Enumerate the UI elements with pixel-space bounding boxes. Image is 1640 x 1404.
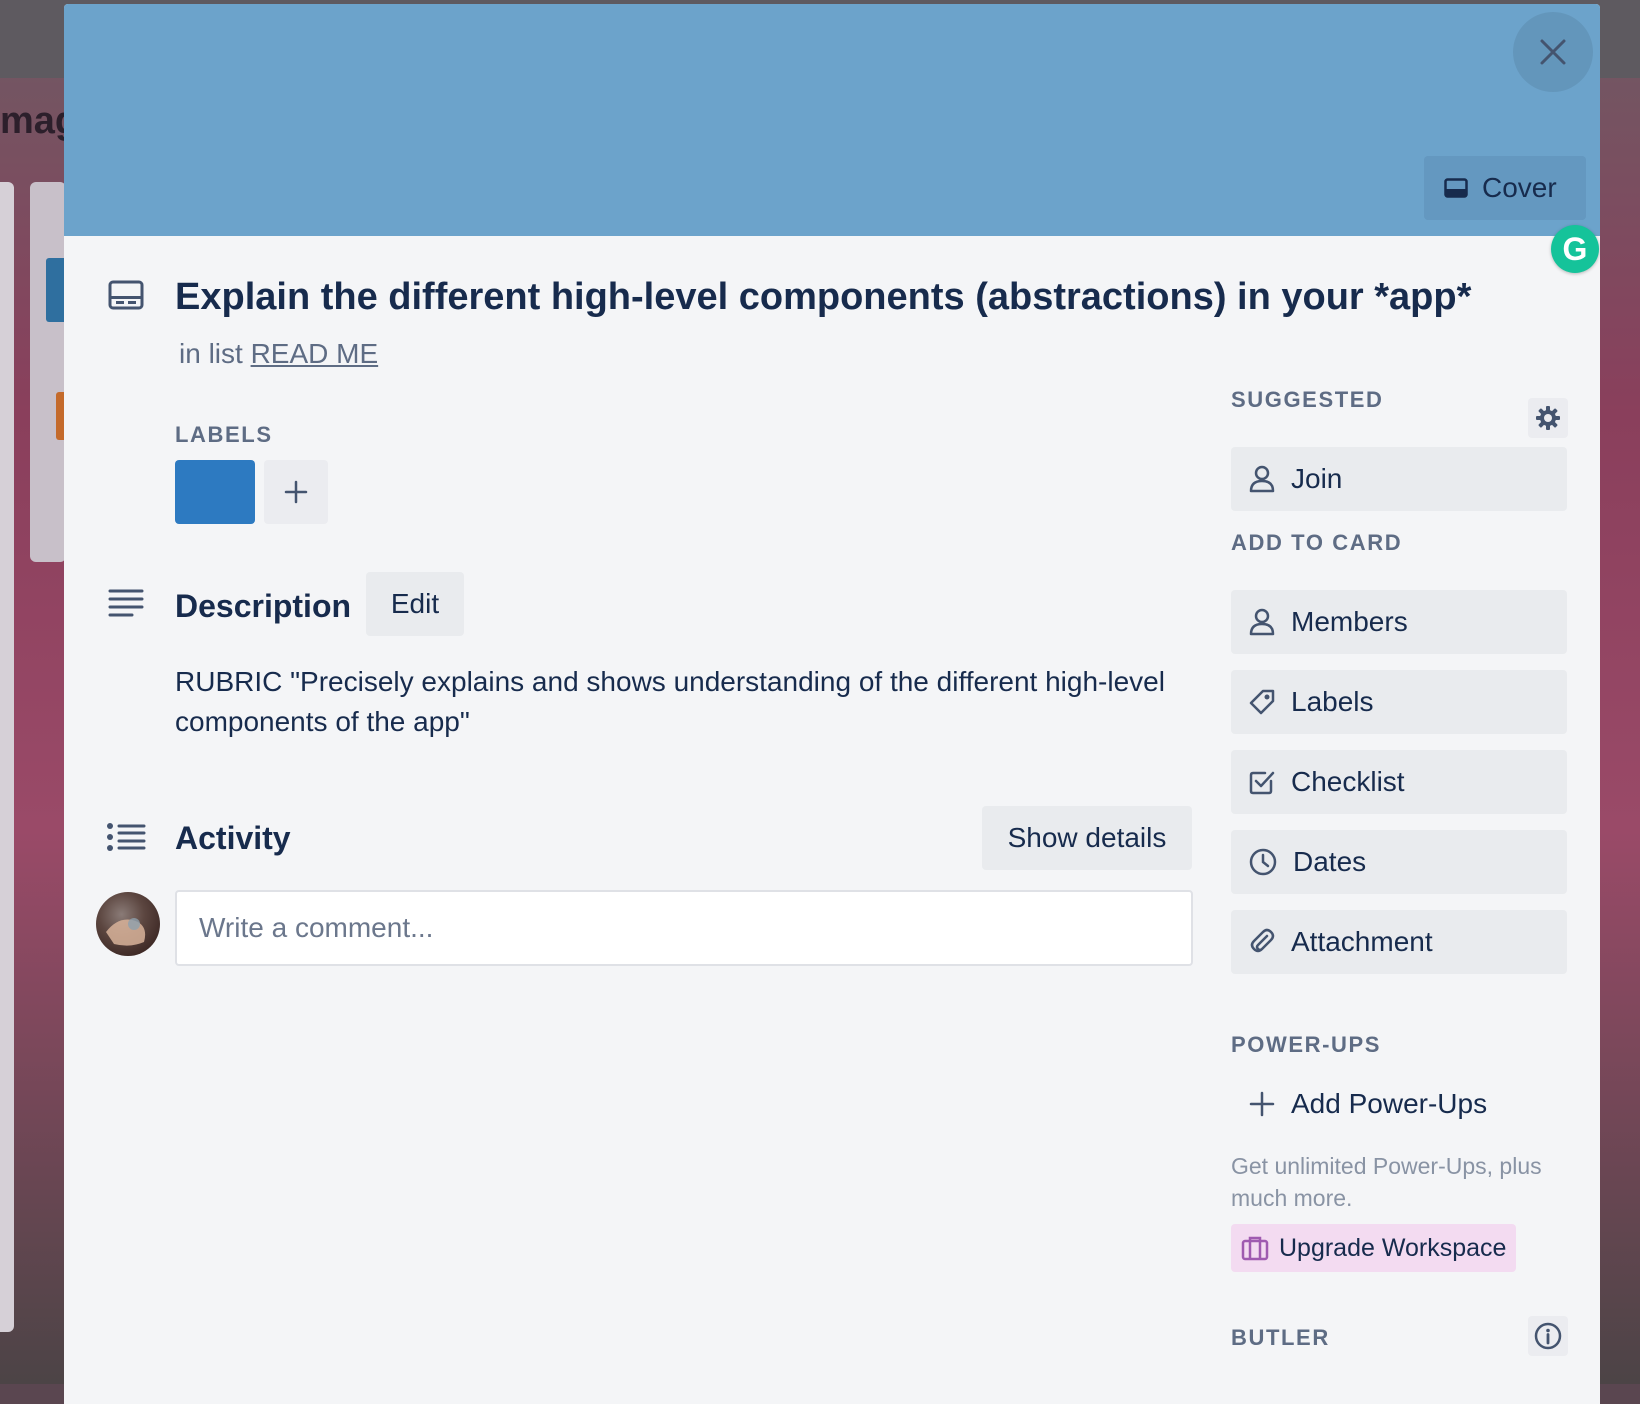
person-icon (1249, 465, 1275, 493)
upgrade-workspace-label: Upgrade Workspace (1279, 1233, 1507, 1262)
card-icon (108, 280, 144, 310)
checklist-label: Checklist (1291, 766, 1405, 797)
board-right-column: on n. tio on e o p (1596, 0, 1640, 1384)
members-button[interactable]: Members (1231, 590, 1567, 654)
labels-heading: Labels (175, 422, 273, 447)
clock-icon (1249, 848, 1277, 876)
description-title: Description (175, 588, 352, 624)
add-powerups-button[interactable]: Add Power-Ups (1231, 1072, 1567, 1136)
powerups-upsell-text: Get unlimited Power-Ups, plus much more. (1231, 1153, 1542, 1211)
join-label: Join (1291, 463, 1343, 494)
comment-input[interactable] (175, 890, 1193, 966)
description-text[interactable]: RUBRIC "Precisely explains and shows und… (175, 662, 1165, 742)
labels-label: Labels (1291, 686, 1374, 717)
checklist-button[interactable]: Checklist (1231, 750, 1567, 814)
show-details-button[interactable]: Show details (982, 806, 1192, 870)
powerups-heading: Power-Ups (1231, 1032, 1382, 1057)
members-label: Members (1291, 606, 1408, 637)
labels-button[interactable]: Labels (1231, 670, 1567, 734)
join-button[interactable]: Join (1231, 447, 1567, 511)
person-icon (1249, 608, 1275, 636)
cover-icon (1444, 178, 1468, 198)
label-chip-blue[interactable] (175, 460, 255, 524)
edit-description-button[interactable]: Edit (366, 572, 464, 636)
board-list-left-2 (30, 182, 66, 562)
checklist-icon (1249, 769, 1275, 795)
close-icon (1539, 38, 1567, 66)
dates-label: Dates (1293, 846, 1367, 877)
butler-heading: Butler (1231, 1325, 1330, 1350)
cover-button-label: Cover (1482, 172, 1557, 203)
board-list-left (0, 182, 14, 1332)
card-title[interactable]: Explain the different high-level compone… (175, 276, 1471, 319)
paperclip-icon (1249, 928, 1275, 956)
plus-icon (284, 480, 308, 504)
dates-button[interactable]: Dates (1231, 830, 1567, 894)
plus-icon (1249, 1091, 1275, 1117)
attachment-button[interactable]: Attachment (1231, 910, 1567, 974)
attachment-label: Attachment (1291, 926, 1433, 957)
list-link[interactable]: READ ME (251, 338, 379, 369)
card-detail-modal: Cover G Explain the different high-level… (64, 4, 1600, 1404)
close-button[interactable] (1513, 12, 1593, 92)
add-to-card-heading: Add to card (1231, 530, 1403, 555)
in-list-prefix: in list (179, 338, 243, 369)
tag-icon (1249, 689, 1275, 715)
grammarly-icon[interactable]: G (1551, 225, 1599, 273)
add-powerups-label: Add Power-Ups (1291, 1088, 1488, 1119)
suggested-heading: Suggested (1231, 387, 1384, 412)
add-label-button[interactable] (264, 460, 328, 524)
upgrade-workspace-button[interactable]: Upgrade Workspace (1231, 1224, 1517, 1272)
info-icon (1534, 1322, 1562, 1350)
activity-icon (106, 822, 146, 852)
butler-info-button[interactable] (1528, 1316, 1568, 1356)
card-cover (64, 4, 1600, 236)
card-list-info: in list READ ME (179, 338, 378, 370)
avatar[interactable] (96, 892, 160, 956)
description-icon (108, 588, 144, 618)
activity-title: Activity (175, 820, 291, 856)
cover-button[interactable]: Cover (1424, 156, 1586, 220)
suggested-settings-button[interactable] (1528, 398, 1568, 438)
briefcase-icon (1241, 1235, 1269, 1261)
gear-icon (1535, 405, 1561, 431)
